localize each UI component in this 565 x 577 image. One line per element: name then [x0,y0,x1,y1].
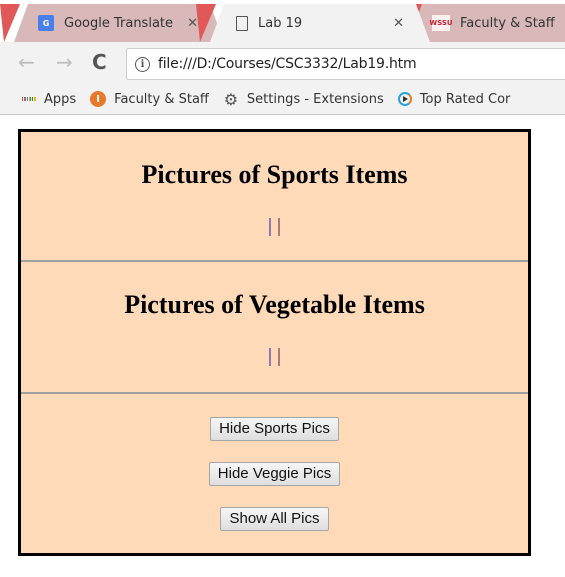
reload-icon[interactable]: C [92,52,107,72]
play-icon [397,92,412,106]
vegetable-heading: Pictures of Vegetable Items [124,290,425,319]
google-translate-icon: G [38,15,54,31]
bookmark-label: Top Rated Cor [419,91,511,107]
bookmark-label: Faculty & Staff [114,91,209,107]
broken-image [269,348,271,366]
wssu-icon: WSSU [429,15,453,31]
tab-title: Faculty & Staff [460,15,555,31]
tab-google-translate[interactable]: G Google Translate ✕ [14,4,224,42]
close-icon[interactable]: ✕ [187,16,198,31]
bookmark-faculty-staff[interactable]: I Faculty & Staff [90,91,209,107]
document-icon [236,15,248,31]
apps-grid-icon [21,91,37,107]
bookmark-top-rated[interactable]: Top Rated Cor [397,91,511,107]
button-group: Hide Sports Pics Hide Veggie Pics Show A… [21,394,528,552]
bookmarks-bar: Apps I Faculty & Staff ⚙ Settings - Exte… [0,84,565,115]
forward-arrow-icon[interactable]: → [56,52,73,72]
bookmark-label: Settings - Extensions [246,91,384,107]
info-icon[interactable]: i [135,56,150,72]
vegetable-pictures [21,348,528,370]
hide-veggie-button[interactable]: Hide Veggie Pics [208,462,341,486]
page-container: Pictures of Sports Items Pictures of Veg… [18,129,531,556]
sports-heading: Pictures of Sports Items [141,160,408,189]
sports-section: Pictures of Sports Items [21,132,528,260]
show-all-button[interactable]: Show All Pics [220,507,329,531]
faculty-staff-icon: I [90,91,107,107]
back-arrow-icon[interactable]: ← [18,52,35,72]
address-bar[interactable]: i file:///D:/Courses/CSC3332/Lab19.htm [126,48,565,80]
tab-strip: G Google Translate ✕ WSSU Faculty & Staf… [0,0,565,42]
bookmark-label: Apps [44,91,77,107]
sports-pictures [21,218,528,240]
close-icon[interactable]: ✕ [393,16,404,31]
broken-image [269,218,271,236]
tab-lab-19[interactable]: Lab 19 ✕ [210,4,430,42]
url-text[interactable]: file:///D:/Courses/CSC3332/Lab19.htm [158,56,417,72]
gear-icon: ⚙ [223,89,239,109]
broken-image [278,348,280,366]
tab-title: Google Translate [64,15,174,31]
tab-faculty-staff[interactable]: WSSU Faculty & Staff [408,4,565,42]
hide-sports-button[interactable]: Hide Sports Pics [210,417,339,441]
broken-image [278,218,280,236]
bookmark-apps[interactable]: Apps [21,91,77,107]
browser-toolbar: ← → C i file:///D:/Courses/CSC3332/Lab19… [0,42,565,84]
tab-title: Lab 19 [258,15,303,31]
bookmark-settings-extensions[interactable]: ⚙ Settings - Extensions [223,89,384,109]
vegetable-section: Pictures of Vegetable Items [21,262,528,392]
